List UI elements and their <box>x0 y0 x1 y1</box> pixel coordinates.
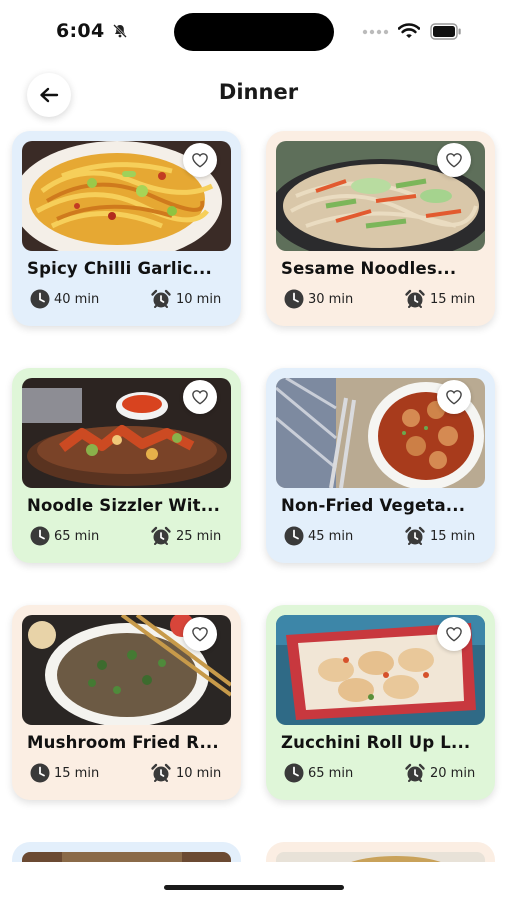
clock-icon <box>30 763 50 783</box>
alarm-clock-icon <box>150 526 172 546</box>
prep-time: 30 min <box>284 289 353 309</box>
bell-off-icon <box>113 24 127 38</box>
bottom-safe-area <box>0 862 507 900</box>
cook-time: 20 min <box>404 763 475 783</box>
favorite-button[interactable] <box>183 380 217 414</box>
heart-icon <box>191 152 209 168</box>
cellular-signal-icon <box>362 29 389 35</box>
cook-time: 15 min <box>404 526 475 546</box>
alarm-clock-icon <box>150 289 172 309</box>
recipe-title: Spicy Chilli Garlic... <box>27 259 212 278</box>
prep-time-value: 65 min <box>54 528 100 544</box>
wifi-icon <box>398 23 420 38</box>
recipe-card[interactable]: Sesame Noodles... 30 min 15 min <box>266 131 495 326</box>
prep-time: 65 min <box>30 526 99 546</box>
heart-icon <box>191 389 209 405</box>
heart-icon <box>445 389 463 405</box>
recipe-title: Mushroom Fried R... <box>27 733 219 752</box>
favorite-button[interactable] <box>183 143 217 177</box>
prep-time: 15 min <box>30 763 99 783</box>
home-indicator[interactable] <box>164 885 344 890</box>
prep-time: 65 min <box>284 763 353 783</box>
heart-icon <box>445 626 463 642</box>
alarm-clock-icon <box>404 289 426 309</box>
cook-time: 15 min <box>404 289 475 309</box>
prep-time-value: 30 min <box>308 291 354 307</box>
status-time: 6:04 <box>56 20 105 42</box>
cook-time-value: 25 min <box>176 528 222 544</box>
recipe-title: Noodle Sizzler Wit... <box>27 496 221 515</box>
cook-time-value: 10 min <box>176 291 222 307</box>
cook-time-value: 10 min <box>176 765 222 781</box>
cook-time: 25 min <box>150 526 221 546</box>
cook-time: 10 min <box>150 763 221 783</box>
battery-icon <box>430 23 461 40</box>
clock-icon <box>30 526 50 546</box>
prep-time: 40 min <box>30 289 99 309</box>
alarm-clock-icon <box>404 526 426 546</box>
prep-time-value: 45 min <box>308 528 354 544</box>
heart-icon <box>191 626 209 642</box>
prep-time-value: 15 min <box>54 765 100 781</box>
recipe-title: Zucchini Roll Up L... <box>281 733 471 752</box>
alarm-clock-icon <box>150 763 172 783</box>
prep-time-value: 40 min <box>54 291 100 307</box>
recipe-title: Sesame Noodles... <box>281 259 457 278</box>
recipe-title: Non-Fried Vegeta... <box>281 496 466 515</box>
recipe-card[interactable]: Zucchini Roll Up L... 65 min 20 min <box>266 605 495 800</box>
cook-time-value: 15 min <box>430 528 476 544</box>
recipe-card[interactable]: Spicy Chilli Garlic... 40 min 10 min <box>12 131 241 326</box>
cook-time-value: 20 min <box>430 765 476 781</box>
favorite-button[interactable] <box>437 617 471 651</box>
recipe-card[interactable]: Non-Fried Vegeta... 45 min 15 min <box>266 368 495 563</box>
clock-icon <box>284 289 304 309</box>
dynamic-island <box>174 13 334 51</box>
cook-time-value: 15 min <box>430 291 476 307</box>
prep-time-value: 65 min <box>308 765 354 781</box>
page-title: Dinner <box>218 80 299 104</box>
alarm-clock-icon <box>404 763 426 783</box>
prep-time: 45 min <box>284 526 353 546</box>
recipe-card[interactable]: Mushroom Fried R... 15 min 10 min <box>12 605 241 800</box>
clock-icon <box>284 526 304 546</box>
cook-time: 10 min <box>150 289 221 309</box>
status-bar: 6:04 <box>0 0 507 62</box>
favorite-button[interactable] <box>183 617 217 651</box>
favorite-button[interactable] <box>437 143 471 177</box>
favorite-button[interactable] <box>437 380 471 414</box>
heart-icon <box>445 152 463 168</box>
recipe-card[interactable]: Noodle Sizzler Wit... 65 min 25 min <box>12 368 241 563</box>
clock-icon <box>284 763 304 783</box>
clock-icon <box>30 289 50 309</box>
